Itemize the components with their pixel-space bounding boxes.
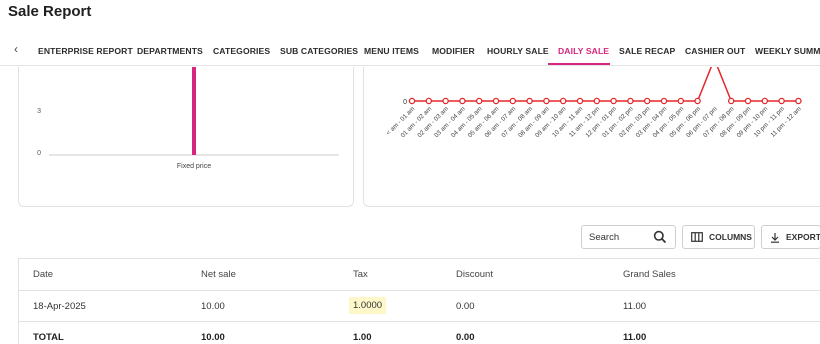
data-point [677, 97, 685, 105]
data-point [593, 97, 601, 105]
data-point [475, 97, 483, 105]
data-point [559, 97, 567, 105]
tab-daily-sale[interactable]: DAILY SALE [558, 46, 609, 56]
data-point [643, 97, 651, 105]
y-tick-label: 0 [37, 150, 41, 157]
search-placeholder: Search [589, 231, 620, 243]
x-tick-label: 11 pm - 12 am [769, 105, 802, 138]
series-line [412, 56, 799, 102]
tab-hourly-sale[interactable]: HOURLY SALE [487, 46, 549, 56]
download-icon [770, 232, 780, 243]
tab-departments[interactable]: DEPARTMENTS [137, 46, 203, 56]
total-grand-sales: 11.00 [623, 332, 647, 343]
cell-discount: 0.00 [456, 301, 475, 312]
bar [192, 67, 196, 155]
data-point [727, 97, 735, 105]
table-header-row: Date Net sale Tax Discount Grand Sales [19, 259, 820, 291]
column-header-grand-sales[interactable]: Grand Sales [623, 269, 676, 280]
active-tab-indicator [548, 63, 610, 65]
table-total-row: TOTAL 10.00 1.00 0.00 11.00 [19, 322, 820, 344]
x-tick-label: Fixed price [177, 163, 211, 170]
data-point [509, 97, 517, 105]
data-point [492, 97, 500, 105]
total-discount: 0.00 [456, 332, 475, 343]
data-point [694, 97, 701, 105]
cell-net-sale: 10.00 [201, 301, 225, 312]
data-point [442, 97, 449, 105]
columns-label: COLUMNS [709, 232, 752, 242]
column-header-date[interactable]: Date [33, 269, 53, 280]
export-button[interactable]: EXPORT [761, 225, 820, 249]
report-tabs: ‹ ENTERPRISE REPORT DEPARTMENTS CATEGORI… [0, 36, 820, 66]
tab-menu-items[interactable]: MENU ITEMS [364, 46, 419, 56]
data-point [425, 97, 433, 105]
columns-button[interactable]: COLUMNS [682, 225, 755, 249]
data-point [576, 97, 584, 105]
bar-chart-card: 3 0 Fixed price [18, 67, 354, 207]
search-icon[interactable] [653, 230, 667, 247]
data-point [526, 97, 533, 105]
data-point [761, 97, 769, 105]
column-header-net-sale[interactable]: Net sale [201, 269, 236, 280]
cell-date: 18-Apr-2025 [33, 301, 86, 312]
cell-grand-sales: 11.00 [623, 301, 647, 312]
tab-enterprise-report[interactable]: ENTERPRISE REPORT [38, 46, 133, 56]
data-point [778, 97, 785, 105]
data-point [408, 97, 416, 105]
y-tick-label: 0 [403, 99, 407, 106]
tab-modifier[interactable]: MODIFIER [432, 46, 475, 56]
total-label: TOTAL [33, 332, 64, 343]
data-point [660, 97, 668, 105]
export-label: EXPORT [786, 232, 820, 242]
tab-cashier-out[interactable]: CASHIER OUT [685, 46, 745, 56]
page-title: Sale Report [8, 3, 92, 20]
data-point [459, 97, 466, 105]
table-row: 18-Apr-2025 10.00 1.0000 0.00 11.00 [19, 291, 820, 322]
tab-sale-recap[interactable]: SALE RECAP [619, 46, 675, 56]
total-net-sale: 10.00 [201, 332, 225, 343]
tab-sub-categories[interactable]: SUB CATEGORIES [280, 46, 358, 56]
total-tax: 1.00 [353, 332, 372, 343]
sales-table: Date Net sale Tax Discount Grand Sales 1… [18, 258, 820, 344]
tab-weekly-summary[interactable]: WEEKLY SUMM [755, 46, 820, 56]
data-point [627, 97, 634, 105]
column-header-tax[interactable]: Tax [353, 269, 368, 280]
cell-tax: 1.0000 [349, 297, 387, 314]
line-chart-card: 0 < am - 01 am 01 am - 02 am 02 am - 03 am 0… [363, 56, 820, 207]
search-input[interactable]: Search [581, 225, 676, 249]
data-point [543, 97, 550, 105]
column-header-discount[interactable]: Discount [456, 269, 493, 280]
columns-icon [691, 232, 703, 242]
bar-chart: 3 0 Fixed price [37, 67, 339, 170]
line-chart: 0< am - 01 am01 am - 02 am02 am - 03 am0… [385, 56, 803, 139]
data-point [744, 97, 752, 105]
chevron-left-icon[interactable]: ‹ [14, 42, 18, 56]
data-point [795, 97, 802, 105]
data-point [610, 97, 617, 105]
tab-categories[interactable]: CATEGORIES [213, 46, 270, 56]
y-tick-label: 3 [37, 108, 41, 115]
